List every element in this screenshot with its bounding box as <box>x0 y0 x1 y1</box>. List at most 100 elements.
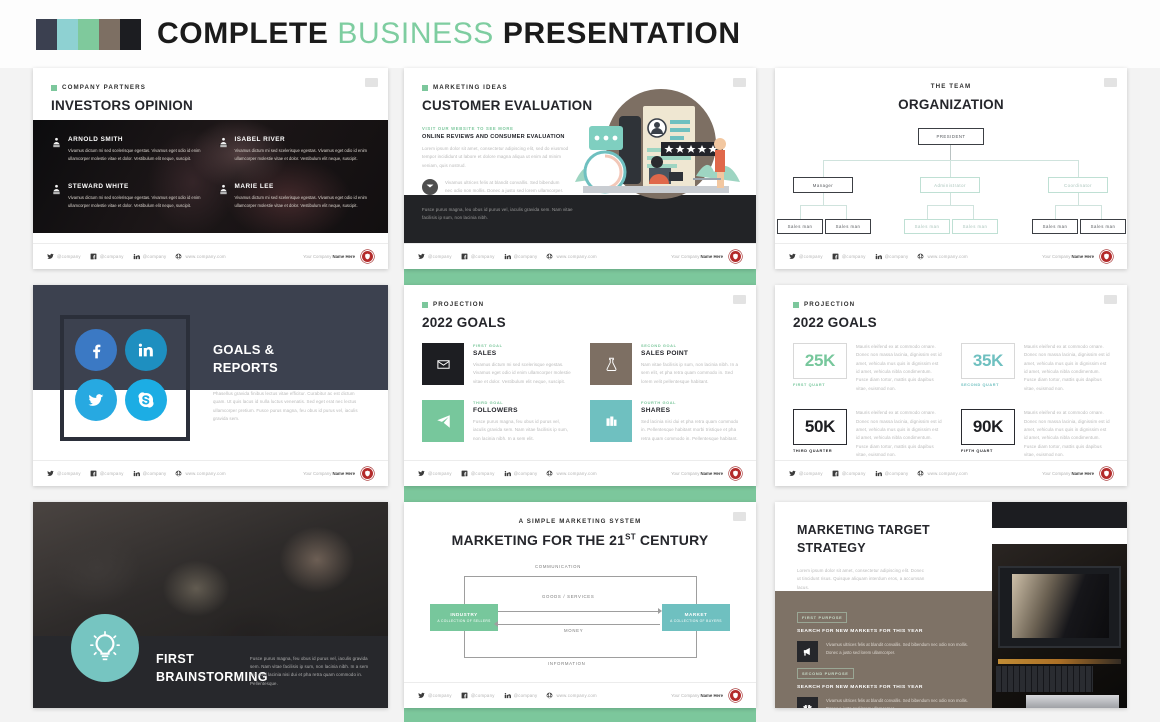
diagram-box-industry[interactable]: INDUSTRY A COLLECTION OF SELLERS <box>430 604 498 631</box>
org-node-salesman[interactable]: Sales man <box>952 219 998 234</box>
slide2-body: Lorem ipsum dolor sit amet, consectetur … <box>422 146 569 168</box>
footer-facebook[interactable]: @company <box>832 253 866 260</box>
goal-card[interactable]: THIRD GOAL FOLLOWERS Fusce purus magna, … <box>422 400 572 443</box>
slide5-eyebrow-label: PROJECTION <box>433 301 485 308</box>
org-node-salesman[interactable]: Sales man <box>777 219 823 234</box>
goal-card[interactable]: FIRST GOAL SALES Vivamus dictum mi sed s… <box>422 343 572 386</box>
org-node-president[interactable]: PRESIDENT <box>918 128 984 145</box>
footer-twitter[interactable]: @company <box>47 470 81 477</box>
footer-website[interactable]: www.company.com <box>917 253 968 260</box>
footer-linkedin[interactable]: @company <box>875 470 909 477</box>
slide-goals-reports[interactable]: GOALS & REPORTS Phasellus gravida finibus… <box>33 285 388 486</box>
footer-facebook[interactable]: @company <box>90 253 124 260</box>
diagram-arrow-left <box>494 621 498 627</box>
goal-card[interactable]: FOURTH GOAL SHARES Sed lacinia nisi dui … <box>590 400 740 443</box>
footer-brand-name: Name Here <box>1071 471 1094 476</box>
footer-social-links[interactable]: @company @company @company www.company.c… <box>47 470 226 477</box>
slide-investors-opinion[interactable]: COMPANY PARTNERS INVESTORS OPINION ARNOL… <box>33 68 388 269</box>
goal-card-title: SHARES <box>641 407 671 415</box>
org-node-salesman[interactable]: Sales man <box>1032 219 1078 234</box>
slide8-title: MARKETING FOR THE 21ST CENTURY <box>404 532 756 548</box>
footer-facebook[interactable]: @company <box>461 470 495 477</box>
stat-card[interactable]: 90K FIFTH QUART Mauris eleifend ex at co… <box>961 409 1111 459</box>
purpose-item[interactable]: FIRST PURPOSE SEARCH FOR NEW MARKETS FOR… <box>797 606 977 662</box>
diagram-line <box>464 576 697 577</box>
org-node-manager[interactable]: Manager <box>793 177 853 193</box>
footer-company-label: Your Company Name Here <box>671 254 723 259</box>
twitter-circle-icon[interactable] <box>75 379 117 421</box>
footer-company-label: Your Company Name Here <box>303 471 355 476</box>
slide-2022-goals-cards[interactable]: PROJECTION 2022 GOALS FIRST GOAL SALES V… <box>404 285 756 486</box>
diagram-box-market[interactable]: MARKET A COLLECTION OF BUYERS <box>662 604 730 631</box>
footer-website[interactable]: www.company.com <box>175 253 226 260</box>
person-name: ISABEL RIVER <box>234 136 286 143</box>
footer-facebook[interactable]: @company <box>461 253 495 260</box>
footer-social-links[interactable]: @company @company @company www.company.c… <box>789 470 968 477</box>
linkedin-icon <box>875 254 882 260</box>
footer-twitter-text: @company <box>799 254 823 259</box>
footer-facebook[interactable]: @company <box>461 692 495 699</box>
goal-card-body: Sed lacinia nisi dui et pha retra quam c… <box>641 419 739 441</box>
diagram-label-goods: GOODS / SERVICES <box>542 594 595 599</box>
footer-brand: Your Company Name Here <box>1042 250 1113 263</box>
org-node-coordinator[interactable]: Coordinator <box>1048 177 1108 193</box>
facebook-circle-icon[interactable] <box>75 329 117 371</box>
footer-social-links[interactable]: @company @company @company www.company.c… <box>47 253 226 260</box>
diagram-box-market-title: MARKET <box>684 612 708 617</box>
slide1-eyebrow: COMPANY PARTNERS <box>51 84 388 91</box>
diagram-label-communication: COMMUNICATION <box>535 564 582 569</box>
footer-facebook[interactable]: @company <box>90 470 124 477</box>
slide-footer: @company @company @company www.company.c… <box>775 243 1127 269</box>
stat-card[interactable]: 25K FIRST QUART Mauris eleifend ex at co… <box>793 343 943 393</box>
skype-circle-icon[interactable] <box>125 379 167 421</box>
footer-social-links[interactable]: @company @company @company www.company.c… <box>789 253 968 260</box>
footer-social-links[interactable]: @company @company @company www.company.c… <box>418 692 597 699</box>
org-node-salesman[interactable]: Sales man <box>904 219 950 234</box>
footer-twitter[interactable]: @company <box>789 253 823 260</box>
slide-organization[interactable]: THE TEAM ORGANIZATION PRESIDENT Manager <box>775 68 1127 269</box>
stat-card[interactable]: 35K SECOND QUART Mauris eleifend ex at c… <box>961 343 1111 393</box>
slide-marketing-system[interactable]: A SIMPLE MARKETING SYSTEM MARKETING FOR … <box>404 502 756 708</box>
org-node-salesman[interactable]: Sales man <box>1080 219 1126 234</box>
footer-facebook[interactable]: @company <box>832 470 866 477</box>
slide6-stats-grid: 25K FIRST QUART Mauris eleifend ex at co… <box>793 343 1111 459</box>
org-connector <box>1101 205 1102 219</box>
footer-linkedin[interactable]: @company <box>133 470 167 477</box>
person-body: Vivamus dictum mi sed scelerisque egesta… <box>68 148 201 162</box>
goal-card[interactable]: SECOND GOAL SALES POINT Nam vitae facili… <box>590 343 740 386</box>
slide-2022-goals-numbers[interactable]: PROJECTION 2022 GOALS 25K FIRST QUART Ma… <box>775 285 1127 486</box>
footer-website-text: www.company.com <box>556 693 597 698</box>
footer-linkedin[interactable]: @company <box>133 253 167 260</box>
slide-marketing-target-strategy[interactable]: MARKETING TARGET STRATEGY Lorem ipsum do… <box>775 502 1127 708</box>
org-node-salesman[interactable]: Sales man <box>825 219 871 234</box>
twitter-icon <box>789 470 796 476</box>
slide-customer-evaluation[interactable]: MARKETING IDEAS CUSTOMER EVALUATION VISI… <box>404 68 756 269</box>
org-node-administrator[interactable]: Administrator <box>920 177 980 193</box>
footer-website[interactable]: www.company.com <box>175 470 226 477</box>
footer-social-links[interactable]: @company @company @company www.company.c… <box>418 253 597 260</box>
linkedin-circle-icon[interactable] <box>125 329 167 371</box>
stat-card[interactable]: 50K THIRD QUARTER Mauris eleifend ex at … <box>793 409 943 459</box>
footer-company-text: Your Company <box>671 693 701 698</box>
diagram-box-industry-subtitle: A COLLECTION OF SELLERS <box>437 619 491 623</box>
footer-linkedin[interactable]: @company <box>504 253 538 260</box>
footer-website[interactable]: www.company.com <box>917 470 968 477</box>
footer-twitter[interactable]: @company <box>418 470 452 477</box>
footer-social-links[interactable]: @company @company @company www.company.c… <box>418 470 597 477</box>
purpose-item[interactable]: SECOND PURPOSE SEARCH FOR NEW MARKETS FO… <box>797 662 977 708</box>
slide-first-brainstorming[interactable]: FIRST BRAINSTORMING Fusce purus magna, f… <box>33 502 388 708</box>
diagram-line <box>464 631 465 657</box>
footer-twitter[interactable]: @company <box>418 253 452 260</box>
footer-twitter[interactable]: @company <box>789 470 823 477</box>
footer-twitter[interactable]: @company <box>418 692 452 699</box>
footer-website[interactable]: www.company.com <box>546 470 597 477</box>
footer-twitter[interactable]: @company <box>47 253 81 260</box>
footer-website[interactable]: www.company.com <box>546 253 597 260</box>
org-node-salesman-label: Sales man <box>1042 224 1068 229</box>
slide1-title: INVESTORS OPINION <box>51 98 193 113</box>
footer-linkedin[interactable]: @company <box>504 692 538 699</box>
footer-linkedin[interactable]: @company <box>504 470 538 477</box>
swatch-4 <box>99 18 120 50</box>
footer-linkedin[interactable]: @company <box>875 253 909 260</box>
footer-website[interactable]: www.company.com <box>546 692 597 699</box>
